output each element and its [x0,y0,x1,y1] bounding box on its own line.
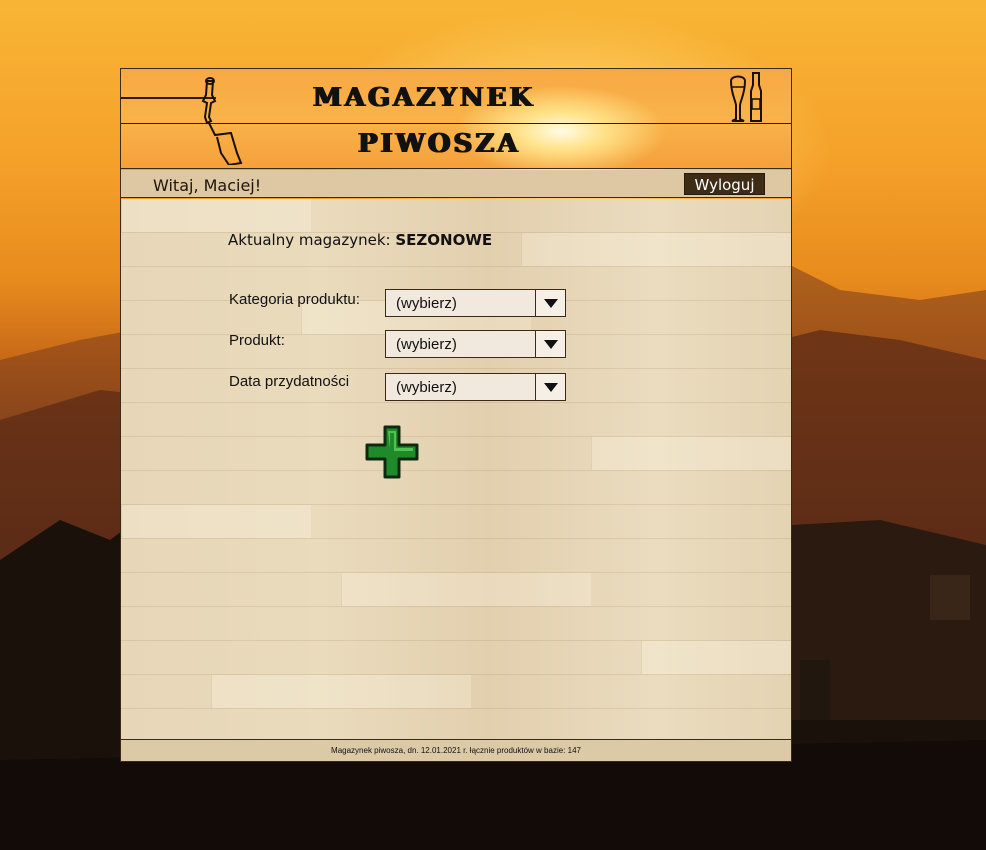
main-content: Aktualny magazynek: SEZONOWE Kategoria p… [121,199,791,740]
logout-button[interactable]: Wyloguj [684,173,765,195]
app-frame: MAGAZYNEK PIWOSZA Witaj, Maciej! Wyloguj… [120,68,792,762]
triangle-down-icon[interactable] [535,290,565,316]
app-title-line2: PIWOSZA [358,129,521,159]
expiry-label: Data przydatności [229,373,350,390]
product-label: Produkt: [229,332,285,349]
current-warehouse-value: SEZONOWE [395,231,493,249]
category-select[interactable]: (wybierz) [385,289,566,317]
footer-bar: Magazynek piwosza, dn. 12.01.2021 r. łąc… [121,739,791,761]
triangle-down-icon[interactable] [535,331,565,357]
app-title-line1: MAGAZYNEK [313,83,536,113]
welcome-greeting: Witaj, Maciej! [153,176,262,195]
category-label: Kategoria produktu: [229,291,360,308]
wood-plank [641,641,791,674]
beer-tap-icon [201,77,243,165]
category-select-value: (wybierz) [396,295,457,312]
product-select-value: (wybierz) [396,336,457,353]
plus-icon[interactable] [365,425,421,481]
wood-plank [341,573,591,606]
current-warehouse-label: Aktualny magazynek: [228,231,391,249]
triangle-down-icon[interactable] [535,374,565,400]
footer-text: Magazynek piwosza, dn. 12.01.2021 r. łąc… [331,746,581,755]
product-select[interactable]: (wybierz) [385,330,566,358]
current-warehouse: Aktualny magazynek: SEZONOWE [228,231,492,249]
header-banner: MAGAZYNEK PIWOSZA [121,69,791,169]
wood-plank [121,505,311,538]
wood-plank [521,233,791,266]
welcome-bar: Witaj, Maciej! Wyloguj [121,170,791,198]
expiry-select-value: (wybierz) [396,379,457,396]
wood-plank [211,675,471,708]
wood-plank [591,437,791,470]
wood-plank [121,199,311,232]
expiry-select[interactable]: (wybierz) [385,373,566,401]
beer-glass-bottle-icon [729,72,762,122]
